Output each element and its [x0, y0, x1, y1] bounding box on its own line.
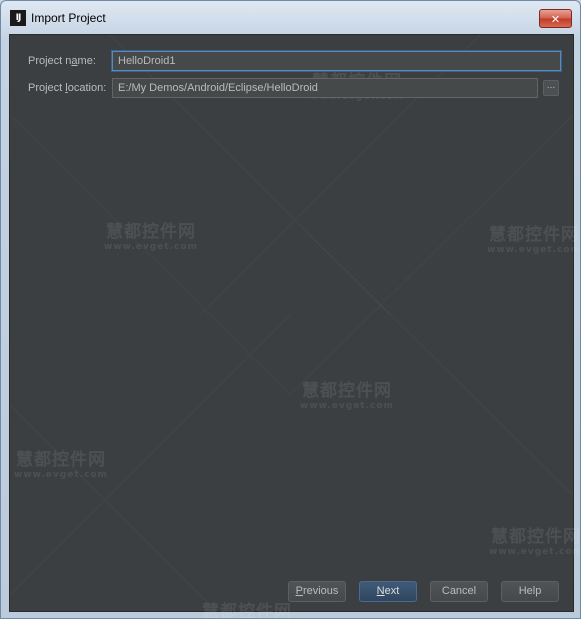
- close-button[interactable]: ✕: [539, 9, 572, 28]
- project-name-label: Project name:: [28, 55, 96, 67]
- watermark-text: 慧都控件网www.evget.com: [14, 450, 108, 480]
- watermark-text: 慧都控件网www.evget.com: [104, 222, 198, 252]
- project-location-input[interactable]: E:/My Demos/Android/Eclipse/HelloDroid: [112, 78, 538, 98]
- dialog-content: 慧都控件网 www.evget.com 慧都控件网 www.evget.com 慧都…: [9, 34, 580, 618]
- watermark-diagonal-lines: [10, 35, 573, 611]
- next-button[interactable]: Next: [359, 581, 417, 602]
- import-project-dialog: IJ Import Project ✕ 慧都控件网www.evget.com: [0, 0, 581, 619]
- watermark-overlay: 慧都控件网 www.evget.com 慧都控件网 www.evget.com 慧都…: [10, 35, 580, 618]
- watermark-text: 慧都控件网www.evget.com: [487, 225, 581, 255]
- help-button[interactable]: Help: [501, 581, 559, 602]
- watermark-text: 慧都控件网www.evget.com: [489, 527, 581, 557]
- browse-button[interactable]: ...: [543, 80, 559, 96]
- watermark-text: 慧都控件网www.evget.com: [300, 381, 394, 411]
- intellij-app-icon: IJ: [10, 10, 26, 26]
- watermark-text: 慧都控件网: [202, 602, 292, 619]
- project-name-input[interactable]: HelloDroid1: [112, 51, 561, 71]
- project-location-label: Project location:: [28, 82, 107, 94]
- window-title: Import Project: [31, 11, 106, 25]
- title-bar[interactable]: IJ Import Project ✕: [1, 1, 580, 35]
- cancel-button[interactable]: Cancel: [430, 581, 488, 602]
- previous-button[interactable]: Previous: [288, 581, 346, 602]
